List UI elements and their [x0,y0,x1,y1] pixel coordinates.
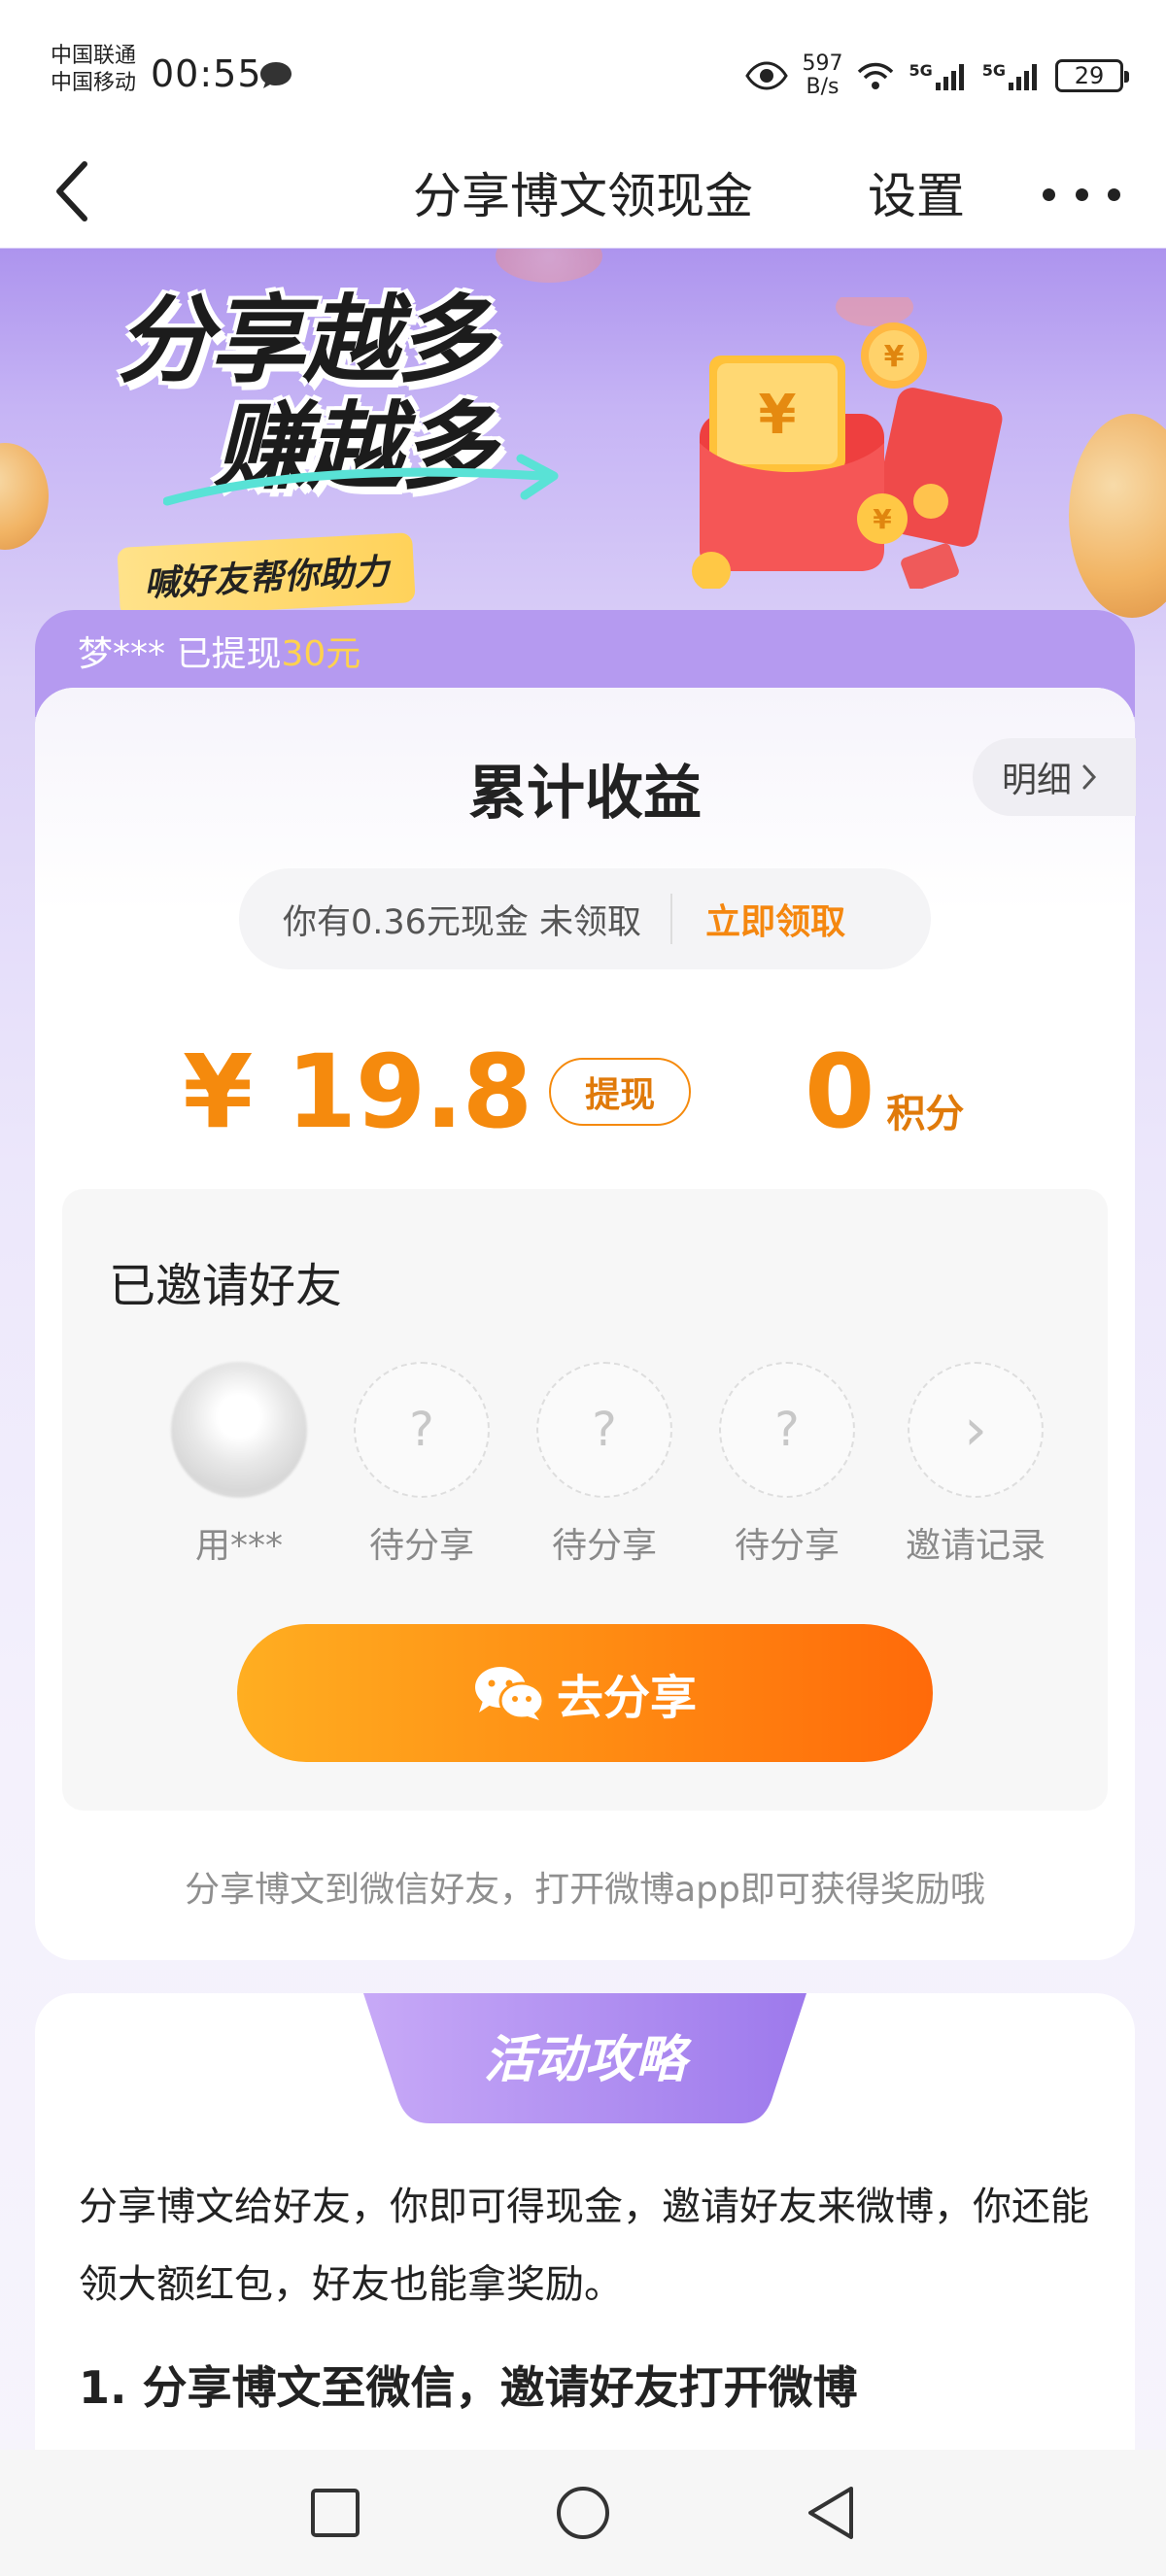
svg-text:¥: ¥ [873,503,892,535]
invite-records-button[interactable]: › 邀请记录 [888,1362,1063,1568]
strategy-tab-label: 活动攻略 [483,2031,686,2089]
net-speed-value: 597 [802,51,843,76]
net-speed-unit: B/s [806,75,840,99]
more-dot-icon [1043,187,1055,201]
points-balance: 0 积分 [805,1033,964,1151]
ticker-amount: 30元 [281,634,361,674]
cash-balance: ¥ 19.8 提现 [183,1033,692,1151]
svg-text:¥: ¥ [884,340,905,374]
points-value: 0 [805,1033,875,1151]
more-dot-icon [1108,187,1120,201]
question-mark-icon: ? [719,1362,855,1498]
strategy-step-1: 1. 分享博文至微信，邀请好友打开微博 [79,2361,858,2414]
status-bar: 中国联通 中国移动 00:55 597 B/s 5G 5G 29 [0,0,1166,146]
message-icon [260,62,292,88]
page-title-text: 分享博文领现金 [413,168,753,224]
claim-now-button[interactable]: 立即领取 [705,894,845,944]
question-mark-icon: ? [536,1362,672,1498]
detail-button[interactable]: 明细 [973,738,1136,816]
eye-icon [745,61,789,90]
earnings-title: 累计收益 [468,760,702,828]
system-nav-bar [0,2450,1166,2576]
carrier-2: 中国移动 [51,71,137,95]
avatar [171,1362,307,1498]
ticker-user: 梦*** [78,634,166,674]
strategy-paragraph: 分享博文给好友，你即可得现金，邀请好友来微博，你还能领大额红包，好友也能拿奖励。 [79,2185,1089,2307]
invited-friends-title: 已邀请好友 [109,1259,343,1313]
earnings-card: 累计收益 明细 你有0.36元现金 未领取 立即领取 ¥ 19.8 提现 0 积… [35,688,1136,1960]
wifi-icon [858,62,894,89]
recent-apps-button[interactable] [301,2479,369,2547]
chevron-right-icon [1082,764,1097,790]
home-button[interactable] [549,2479,617,2547]
system-back-button[interactable] [797,2479,865,2547]
page-title: 分享博文领现金 [0,157,1166,227]
nav-bar: 分享博文领现金 设置 [0,136,1166,248]
cash-amount: ¥ 19.8 [183,1033,532,1151]
more-options-button[interactable] [1043,170,1120,219]
coin-decoration [0,443,49,550]
friend-label: 待分享 [734,1526,840,1566]
red-envelope-icon: ¥ ¥ ¥ [692,297,1003,589]
ticker-action: 已提现 [165,634,282,674]
share-button[interactable]: 去分享 [237,1624,933,1762]
friend-label: 邀请记录 [905,1526,1046,1566]
withdraw-button[interactable]: 提现 [549,1058,692,1126]
strategy-tab: 活动攻略 [363,1993,806,2123]
clock: 00:55 [151,52,262,95]
chevron-right-icon: › [908,1362,1044,1498]
carrier-info: 中国联通 中国移动 [51,43,136,97]
signal-bars-icon [1009,64,1037,90]
signal-bars-icon [935,64,964,90]
arrow-stroke-icon [163,454,559,506]
circle-icon [557,2487,609,2539]
friend-label: 用*** [194,1526,283,1566]
signal-2: 5G [982,61,1042,90]
signal-2-label: 5G [981,61,1006,80]
friend-label: 待分享 [551,1526,657,1566]
points-unit: 积分 [886,1092,965,1136]
invited-friends-section: 已邀请好友 用*** ? 待分享 ? 待分享 ? 待分享 › 邀请记录 去分享 [62,1189,1108,1811]
signal-1-label: 5G [909,61,933,80]
wechat-icon [474,1667,545,1720]
divider [670,894,673,944]
settings-button[interactable]: 设置 [868,157,965,227]
pending-cash-pill: 你有0.36元现金 未领取 立即领取 [239,868,931,969]
pending-cash-text: 你有0.36元现金 未领取 [283,902,642,942]
more-dot-icon [1075,187,1088,201]
banner-badge: 喊好友帮你助力 [117,532,416,618]
triangle-back-icon [808,2487,853,2539]
coin-decoration [1069,414,1166,618]
friend-slot-4[interactable]: ? 待分享 [700,1362,874,1568]
signal-1: 5G [909,61,968,90]
coin-decoration [496,249,602,283]
svg-text:¥: ¥ [759,384,797,447]
carrier-1: 中国联通 [51,44,137,68]
share-button-label: 去分享 [556,1671,697,1725]
square-icon [311,2489,360,2537]
question-mark-icon: ? [354,1362,490,1498]
share-hint: 分享博文到微信好友，打开微博app即可获得奖励哦 [185,1870,985,1910]
friend-slot-3[interactable]: ? 待分享 [517,1362,692,1568]
friend-slot-2[interactable]: ? 待分享 [334,1362,509,1568]
friend-slot-1[interactable]: 用*** [152,1362,326,1568]
battery-icon: 29 [1055,59,1129,92]
banner-headline-1: 分享越多 [117,286,492,396]
detail-label: 明细 [1002,761,1073,800]
friend-label: 待分享 [368,1526,474,1566]
ticker-text: 梦*** 已提现30元 [78,626,360,676]
net-speed: 597 B/s [802,52,842,99]
status-icons: 597 B/s 5G 5G 29 [745,47,1129,105]
